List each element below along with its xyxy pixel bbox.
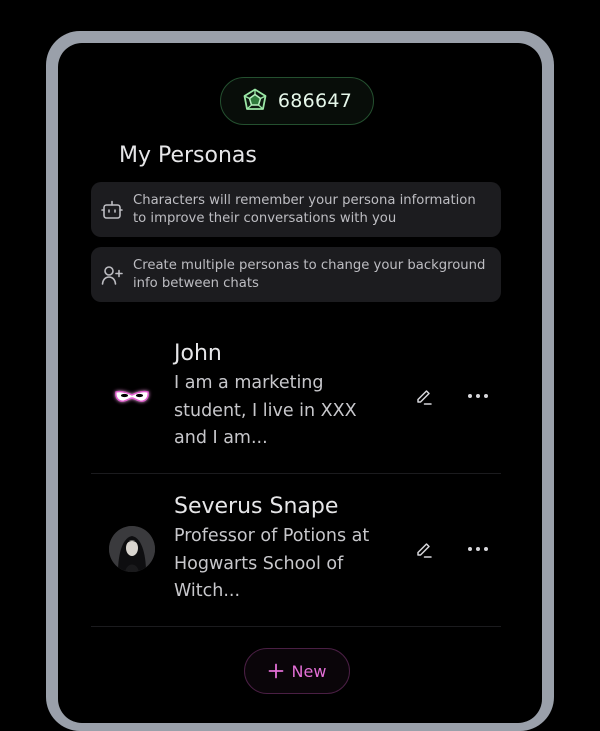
info-card-text: Create multiple personas to change your … [133, 257, 486, 291]
portrait-avatar [109, 526, 155, 572]
balance-pill[interactable]: 686647 [220, 77, 374, 125]
more-horizontal-icon [468, 394, 488, 398]
pencil-icon [417, 390, 432, 405]
new-persona-button[interactable]: New [244, 648, 350, 694]
persona-row[interactable]: John I am a marketing student, I live in… [91, 321, 501, 474]
gem-icon [243, 88, 267, 110]
new-button-label: New [291, 661, 327, 681]
plus-icon [268, 663, 283, 679]
info-card-memory: Characters will remember your persona in… [91, 182, 501, 237]
page-title: My Personas [119, 143, 257, 168]
edit-persona-button[interactable] [413, 538, 435, 560]
persona-row[interactable]: Severus Snape Professor of Potions at Ho… [91, 474, 501, 627]
more-options-button[interactable] [465, 538, 491, 560]
persona-info: John I am a marketing student, I live in… [174, 339, 394, 453]
balance-value: 686647 [277, 90, 353, 112]
info-card-text: Characters will remember your persona in… [133, 192, 476, 226]
persona-name: John [174, 341, 222, 366]
mask-avatar [109, 373, 155, 419]
info-card-multiple: Create multiple personas to change your … [91, 247, 501, 302]
persona-description: Professor of Potions at Hogwarts School … [174, 526, 370, 601]
more-options-button[interactable] [465, 385, 491, 407]
personas-screen: 686647 My Personas Characters will remem… [58, 43, 542, 723]
pencil-icon [417, 543, 432, 558]
bot-icon [101, 200, 123, 219]
more-horizontal-icon [468, 547, 488, 551]
persona-name: Severus Snape [174, 494, 339, 519]
edit-persona-button[interactable] [413, 385, 435, 407]
persona-description: I am a marketing student, I live in XXX … [174, 373, 357, 448]
user-plus-icon [101, 265, 123, 285]
persona-info: Severus Snape Professor of Potions at Ho… [174, 492, 394, 606]
